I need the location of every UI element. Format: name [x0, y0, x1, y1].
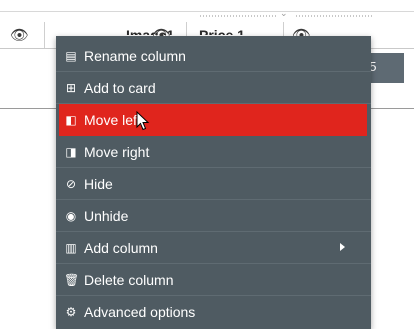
menu-item-move-left[interactable]: ◧ Move left	[59, 104, 367, 136]
submenu-arrow-icon	[340, 243, 345, 251]
table-top-border	[0, 11, 414, 12]
menu-item-add-column[interactable]: ▥ Add column	[56, 232, 371, 264]
menu-item-add-to-card[interactable]: ⊞ Add to card	[56, 72, 371, 104]
unhide-icon: ◉	[65, 208, 77, 223]
move-right-icon: ◨	[65, 144, 77, 159]
menu-item-hide[interactable]: ⊘ Hide	[56, 168, 371, 200]
menu-item-label: Add column	[84, 239, 158, 256]
drag-grip-right	[296, 15, 372, 17]
column-drag-handle[interactable]: ⌄	[200, 9, 372, 19]
menu-item-advanced-options[interactable]: ⚙ Advanced options	[56, 296, 371, 328]
hide-icon: ⊘	[65, 176, 77, 191]
chevron-down-icon: ⌄	[280, 9, 288, 19]
menu-item-label: Move left	[84, 112, 141, 128]
drag-grip-left	[200, 15, 276, 17]
trash-icon: 🗑	[64, 272, 80, 287]
menu-item-move-right[interactable]: ◨ Move right	[56, 136, 371, 168]
column-context-menu: ▤ Rename column ⊞ Add to card ◧ Move lef…	[56, 36, 371, 329]
menu-item-label: Add to card	[84, 79, 156, 96]
menu-item-label: Hide	[84, 175, 113, 192]
menu-item-label: Move right	[84, 143, 150, 160]
menu-item-label: Unhide	[84, 207, 129, 224]
column-separator	[44, 22, 45, 48]
menu-item-rename-column[interactable]: ▤ Rename column	[56, 40, 371, 72]
eye-icon[interactable]: 👁	[10, 26, 29, 44]
menu-item-unhide[interactable]: ◉ Unhide	[56, 200, 371, 232]
menu-item-label: Advanced options	[84, 304, 196, 320]
menu-item-label: Rename column	[84, 47, 186, 64]
move-left-icon: ◧	[65, 113, 77, 127]
mouse-pointer-icon	[136, 111, 150, 131]
menu-item-label: Delete column	[84, 271, 174, 288]
gear-icon: ⚙	[65, 305, 77, 319]
menu-item-delete-column[interactable]: 🗑 Delete column	[56, 264, 371, 296]
rename-icon: ▤	[65, 48, 77, 63]
add-to-card-icon: ⊞	[65, 80, 77, 95]
add-column-icon: ▥	[65, 240, 77, 255]
